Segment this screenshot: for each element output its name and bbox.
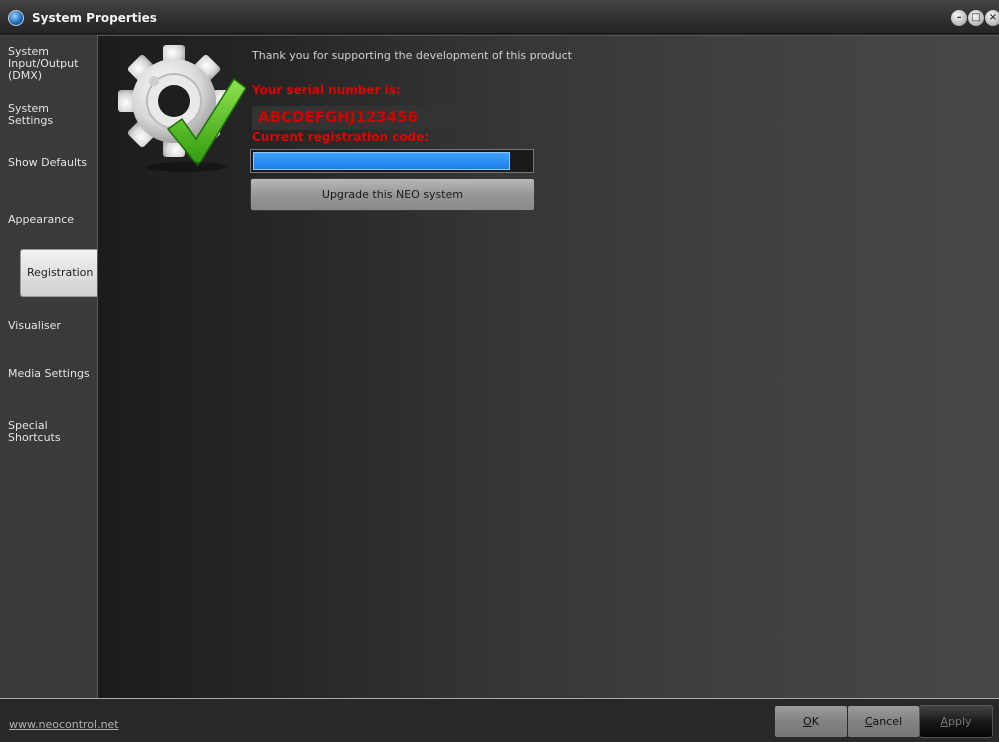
upgrade-button[interactable]: Upgrade this NEO system (250, 178, 535, 211)
sidebar-item-media-settings[interactable]: Media Settings (8, 368, 96, 380)
website-link[interactable]: www.neocontrol.net (9, 718, 119, 731)
serial-number-label: Your serial number is: (252, 83, 401, 97)
ok-mnemonic: O (803, 715, 812, 728)
system-properties-window: System Properties – □ × System Input/Out… (0, 0, 999, 742)
serial-number-value: ABCDEFGHJ123456 (252, 106, 462, 130)
sidebar-item-visualiser[interactable]: Visualiser (8, 320, 96, 332)
sidebar-item-appearance[interactable]: Appearance (8, 214, 96, 226)
apply-button[interactable]: Apply (919, 705, 993, 738)
close-icon[interactable]: × (985, 10, 999, 26)
maximize-icon[interactable]: □ (968, 10, 984, 26)
sidebar-item-registration[interactable]: Registration (20, 249, 97, 297)
sidebar-item-system-io[interactable]: System Input/Output (DMX) (8, 46, 96, 82)
apply-mnemonic: A (940, 715, 948, 728)
ok-label: K (811, 715, 819, 728)
registration-panel: Thank you for supporting the development… (98, 35, 999, 698)
footer-bar: www.neocontrol.net OK Cancel Apply (0, 698, 999, 742)
sidebar-item-special-shortcuts[interactable]: Special Shortcuts (8, 420, 96, 444)
registration-code-fill (253, 152, 511, 170)
ok-button[interactable]: OK (774, 705, 848, 738)
registration-code-label: Current registration code: (252, 130, 430, 144)
gear-checkmark-icon (118, 45, 246, 172)
app-icon (8, 10, 24, 26)
thanks-message: Thank you for supporting the development… (252, 49, 572, 62)
window-title: System Properties (32, 11, 157, 25)
cancel-label: ancel (872, 715, 903, 728)
cancel-mnemonic: C (864, 715, 873, 728)
cancel-button[interactable]: Cancel (847, 705, 920, 738)
apply-label: pply (948, 715, 972, 728)
minimize-icon[interactable]: – (951, 10, 967, 26)
title-bar[interactable]: System Properties – □ × (0, 0, 999, 34)
sidebar: System Input/Output (DMX) System Setting… (0, 35, 98, 698)
sidebar-item-system-settings[interactable]: System Settings (8, 103, 96, 127)
registration-code-field[interactable] (250, 149, 534, 173)
sidebar-item-show-defaults[interactable]: Show Defaults (8, 157, 96, 169)
